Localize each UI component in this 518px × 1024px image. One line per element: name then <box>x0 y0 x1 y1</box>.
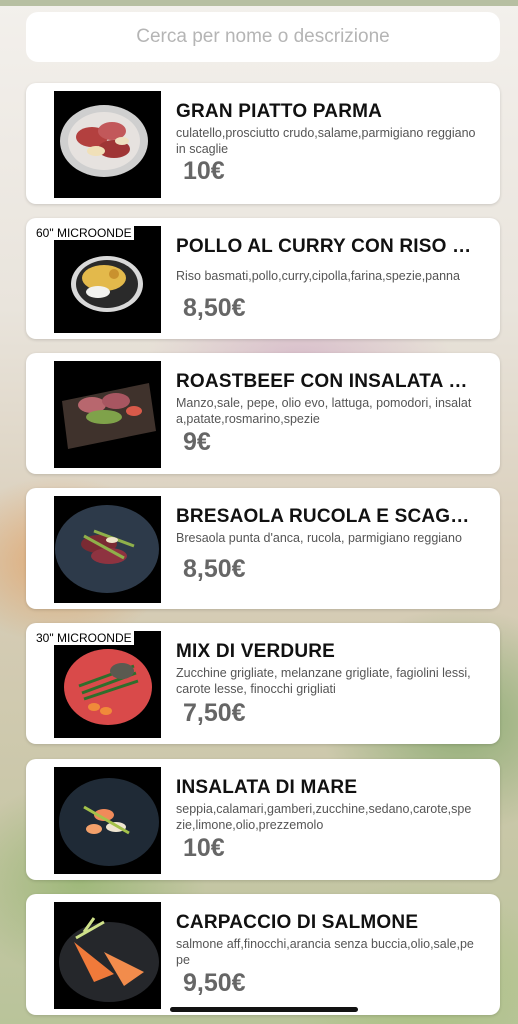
dish-image <box>54 91 161 198</box>
item-description: salmone aff,finocchi,arancia senza bucci… <box>176 937 474 967</box>
item-title: CARPACCIO DI SALMONE <box>176 912 419 933</box>
dish-image <box>54 226 161 333</box>
item-title: MIX DI VERDURE <box>176 641 336 662</box>
item-description: culatello,prosciutto crudo,salame,parmig… <box>176 126 476 156</box>
item-title: INSALATA DI MARE <box>176 777 358 798</box>
item-price: 7,50€ <box>183 699 246 727</box>
menu-item-card[interactable]: INSALATA DI MARE seppia,calamari,gamberi… <box>26 759 500 880</box>
menu-item-card[interactable]: 30" MICROONDE MIX DI VERDURE Zucchine gr… <box>26 623 500 744</box>
menu-item-card[interactable]: CARPACCIO DI SALMONE salmone aff,finocch… <box>26 894 500 1015</box>
item-title: ROASTBEEF CON INSALATA E... <box>176 371 476 392</box>
microwave-badge: 60" MICROONDE <box>34 226 134 240</box>
item-price: 8,50€ <box>183 555 246 583</box>
dish-image <box>54 496 161 603</box>
item-description: Bresaola punta d'anca, rucola, parmigian… <box>176 531 462 545</box>
item-description: Riso basmati,pollo,curry,cipolla,farina,… <box>176 269 460 283</box>
top-bar <box>0 0 518 6</box>
menu-item-card[interactable]: 60" MICROONDE POLLO AL CURRY CON RISO B.… <box>26 218 500 339</box>
item-price: 8,50€ <box>183 294 246 322</box>
item-price: 9€ <box>183 428 211 456</box>
dish-image <box>54 767 161 874</box>
microwave-badge: 30" MICROONDE <box>34 631 134 645</box>
search-placeholder: Cerca per nome o descrizione <box>136 26 390 47</box>
item-price: 9,50€ <box>183 969 246 997</box>
item-description: seppia,calamari,gamberi,zucchine,sedano,… <box>176 802 472 832</box>
item-price: 10€ <box>183 834 225 862</box>
menu-item-card[interactable]: ROASTBEEF CON INSALATA E... Manzo,sale, … <box>26 353 500 474</box>
menu-item-card[interactable]: BRESAOLA RUCOLA E SCAGLIE Bresaola punta… <box>26 488 500 609</box>
menu-item-card[interactable]: GRAN PIATTO PARMA culatello,prosciutto c… <box>26 83 500 204</box>
search-input[interactable]: Cerca per nome o descrizione <box>26 12 500 62</box>
item-title: POLLO AL CURRY CON RISO B... <box>176 236 476 257</box>
item-title: BRESAOLA RUCOLA E SCAGLIE <box>176 506 476 527</box>
home-indicator[interactable] <box>170 1007 358 1012</box>
dish-image <box>54 902 161 1009</box>
item-title: GRAN PIATTO PARMA <box>176 101 383 122</box>
item-description: Manzo,sale, pepe, olio evo, lattuga, pom… <box>176 396 472 426</box>
item-description: Zucchine grigliate, melanzane grigliate,… <box>176 666 471 696</box>
dish-image <box>54 631 161 738</box>
dish-image <box>54 361 161 468</box>
item-price: 10€ <box>183 157 225 185</box>
